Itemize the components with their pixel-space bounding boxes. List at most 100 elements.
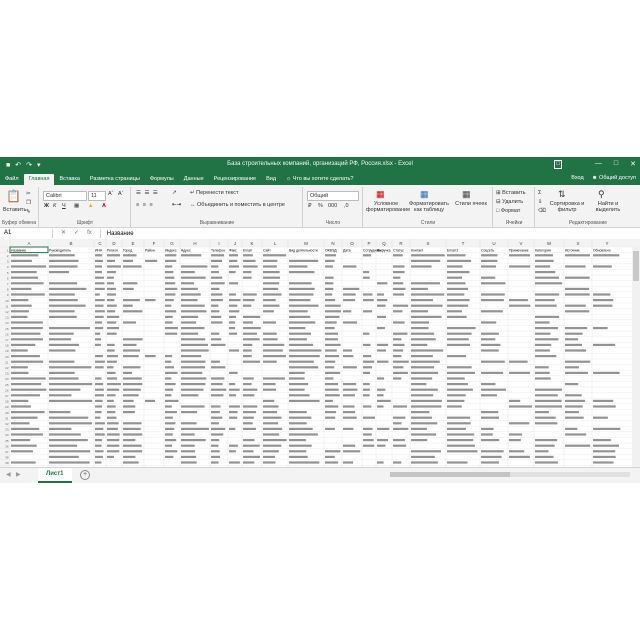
column-header-O[interactable]: O bbox=[350, 241, 354, 246]
clear-icon[interactable]: ⌫ bbox=[538, 208, 546, 214]
sort-filter-icon[interactable]: ⇅ bbox=[558, 189, 566, 200]
font-name-select[interactable]: Calibri bbox=[43, 191, 87, 201]
header-cell[interactable]: Телефон bbox=[211, 248, 225, 252]
sheet-nav-right-icon[interactable]: ▶ bbox=[16, 471, 21, 478]
row-header[interactable]: 15 bbox=[5, 327, 9, 331]
row-header[interactable]: 35 bbox=[5, 439, 9, 443]
header-cell[interactable]: Соцсеть bbox=[481, 248, 494, 252]
row-header[interactable]: 23 bbox=[5, 372, 9, 376]
tab-view[interactable]: Вид bbox=[261, 174, 281, 185]
wrap-text-button[interactable]: ↵ Перенести текст bbox=[190, 190, 239, 196]
column-header-E[interactable]: E bbox=[131, 241, 134, 246]
sheet-tab[interactable]: Лист1 bbox=[38, 468, 72, 483]
conditional-format-icon[interactable]: ▦ bbox=[376, 189, 385, 200]
header-cell[interactable]: Email 2 bbox=[447, 248, 458, 252]
header-cell[interactable]: Выручка bbox=[377, 248, 391, 252]
fill-icon[interactable]: ⇓ bbox=[538, 199, 543, 205]
header-cell[interactable]: Регион bbox=[107, 248, 118, 252]
row-header[interactable]: 39 bbox=[5, 461, 9, 465]
header-cell[interactable]: ОКВЭД bbox=[325, 248, 337, 252]
column-header-G[interactable]: G bbox=[170, 241, 174, 246]
row-header[interactable]: 12 bbox=[5, 310, 9, 314]
row-header[interactable]: 13 bbox=[5, 316, 9, 320]
paste-button[interactable]: Вставить bbox=[3, 207, 26, 213]
formula-input[interactable]: Название bbox=[101, 231, 134, 237]
header-cell[interactable]: Район bbox=[145, 248, 155, 252]
name-box[interactable]: A1 bbox=[0, 229, 53, 238]
column-header-T[interactable]: T bbox=[462, 241, 465, 246]
row-header[interactable]: 17 bbox=[5, 338, 9, 342]
font-color-icon[interactable]: A bbox=[102, 203, 106, 209]
header-cell[interactable]: Статус bbox=[393, 248, 404, 252]
row-header[interactable]: 34 bbox=[5, 433, 9, 437]
row-header[interactable]: 10 bbox=[5, 299, 9, 303]
row-header[interactable]: 18 bbox=[5, 344, 9, 348]
tab-review[interactable]: Рецензирование bbox=[209, 174, 261, 185]
borders-icon[interactable]: ▦ bbox=[74, 203, 79, 209]
paste-icon[interactable]: 📋 bbox=[6, 189, 21, 203]
delete-cells-button[interactable]: ⊟ Удалить bbox=[496, 199, 523, 205]
bold-icon[interactable]: Ж bbox=[44, 203, 49, 209]
cancel-icon[interactable]: ✕ bbox=[61, 229, 66, 238]
currency-icon[interactable]: ₽ bbox=[308, 203, 312, 209]
tab-data[interactable]: Данные bbox=[179, 174, 209, 185]
column-header-H[interactable]: H bbox=[193, 241, 196, 246]
column-header-U[interactable]: U bbox=[492, 241, 495, 246]
header-cell[interactable]: Адрес bbox=[181, 248, 191, 252]
header-cell[interactable]: Факс bbox=[229, 248, 237, 252]
column-header-S[interactable]: S bbox=[426, 241, 429, 246]
autosum-icon[interactable]: Σ bbox=[538, 190, 541, 196]
fill-color-icon[interactable]: ▲ bbox=[88, 203, 93, 209]
ribbon-display-icon[interactable]: □ bbox=[554, 160, 562, 169]
row-header[interactable]: 11 bbox=[5, 304, 8, 308]
column-header-K[interactable]: K bbox=[250, 241, 253, 246]
copy-icon[interactable]: ❐ bbox=[26, 200, 31, 206]
header-cell[interactable]: Дата bbox=[343, 248, 351, 252]
account-link[interactable]: Вход bbox=[571, 175, 583, 181]
header-cell[interactable]: Сайт bbox=[263, 248, 271, 252]
column-header-M[interactable]: M bbox=[304, 241, 308, 246]
grow-font-icon[interactable]: Aˆ bbox=[108, 191, 114, 197]
header-cell[interactable]: Email bbox=[243, 248, 252, 252]
italic-icon[interactable]: К bbox=[53, 203, 56, 209]
header-cell[interactable]: Обновлено bbox=[593, 248, 611, 252]
header-cell[interactable]: Название bbox=[11, 248, 26, 252]
cut-icon[interactable]: ✂ bbox=[26, 191, 31, 197]
header-cell[interactable]: Источник bbox=[565, 248, 580, 252]
column-header-X[interactable]: X bbox=[576, 241, 579, 246]
insert-cells-button[interactable]: ⊞ Вставить bbox=[496, 190, 525, 196]
share-button[interactable]: ☻ Общий доступ bbox=[592, 175, 636, 181]
find-select-button[interactable]: Найти и выделить bbox=[588, 201, 628, 213]
row-header[interactable]: 37 bbox=[5, 450, 9, 454]
row-header[interactable]: 38 bbox=[5, 456, 9, 460]
horizontal-scrollbar[interactable] bbox=[390, 472, 630, 477]
row-header[interactable]: 36 bbox=[5, 444, 9, 448]
header-cell[interactable]: Руководитель bbox=[49, 248, 71, 252]
tab-formulas[interactable]: Формулы bbox=[145, 174, 179, 185]
close-icon[interactable]: ✕ bbox=[630, 160, 636, 168]
conditional-format-button[interactable]: Условное форматирование bbox=[366, 201, 410, 213]
header-cell[interactable]: Город bbox=[123, 248, 132, 252]
row-header[interactable]: 22 bbox=[5, 366, 9, 370]
row-header[interactable]: 16 bbox=[5, 332, 9, 336]
row-header[interactable]: 32 bbox=[5, 422, 9, 426]
format-as-table-button[interactable]: Форматировать как таблицу bbox=[408, 201, 450, 213]
tell-me-box[interactable]: ☼ Что вы хотите сделать? bbox=[281, 174, 358, 185]
row-header[interactable]: 14 bbox=[5, 321, 9, 325]
find-select-icon[interactable]: ⚲ bbox=[598, 189, 605, 200]
column-header-A[interactable]: A bbox=[27, 241, 30, 246]
column-header-Y[interactable]: Y bbox=[605, 241, 608, 246]
row-header[interactable]: 29 bbox=[5, 405, 9, 409]
row-header[interactable]: 26 bbox=[5, 388, 9, 392]
header-cell[interactable]: Категория bbox=[535, 248, 551, 252]
row-header[interactable]: 28 bbox=[5, 400, 9, 404]
tab-page-layout[interactable]: Разметка страницы bbox=[85, 174, 145, 185]
number-format-select[interactable]: Общий bbox=[307, 191, 359, 201]
row-header[interactable]: 20 bbox=[5, 355, 9, 359]
column-header-Q[interactable]: Q bbox=[382, 241, 386, 246]
row-header[interactable]: 33 bbox=[5, 428, 9, 432]
add-sheet-icon[interactable]: + bbox=[80, 470, 90, 480]
align-left-icon[interactable]: ≡ ≡ ≡ bbox=[136, 202, 154, 208]
column-header-B[interactable]: B bbox=[69, 241, 72, 246]
column-header-N[interactable]: N bbox=[331, 241, 334, 246]
